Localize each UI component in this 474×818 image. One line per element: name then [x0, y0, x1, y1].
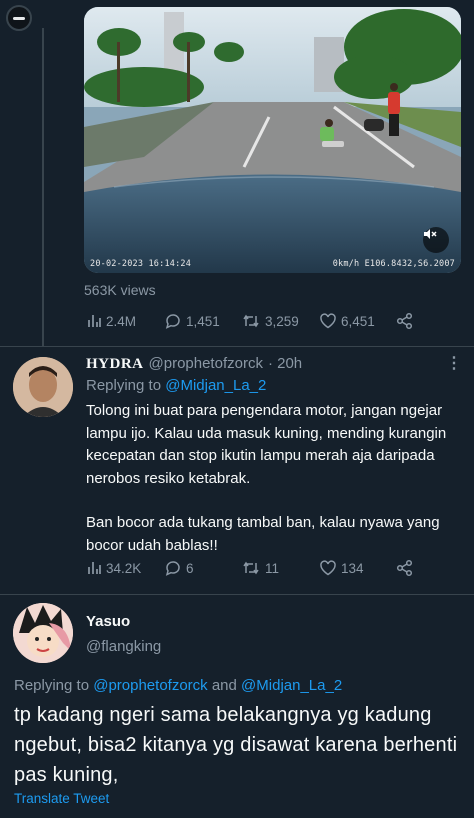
reply-button[interactable]: 6	[164, 558, 194, 578]
replying-and: and	[211, 677, 237, 694]
retweet-button[interactable]: 11	[241, 558, 279, 578]
top-avatar[interactable]	[6, 5, 32, 31]
hydra-name[interactable]: HYDRA	[86, 356, 144, 373]
yasuo-tweet-text: tp kadang ngeri sama belakangnya yg kadu…	[14, 704, 458, 786]
reply-count: 1,451	[186, 313, 220, 329]
yasuo-replying-to: Replying to @prophetofzorck and @Midjan_…	[14, 677, 342, 694]
main-tweet-actions: 2.4M 1,451 3,259 6,451	[86, 311, 426, 331]
divider	[0, 346, 474, 347]
yasuo-avatar-image	[13, 603, 73, 663]
retweet-icon	[243, 314, 259, 328]
hydra-tweet-text: Tolong ini buat para pengendara motor, j…	[86, 400, 456, 557]
analytics-icon	[88, 315, 101, 327]
hydra-replying-to: Replying to @Midjan_La_2	[86, 377, 266, 394]
hydra-text-p1: Tolong ini buat para pengendara motor, j…	[86, 402, 447, 487]
yasuo-handle[interactable]: @flangking	[86, 638, 161, 655]
heart-icon	[320, 313, 336, 329]
speaker-muted-icon	[424, 229, 437, 239]
hydra-avatar-image	[13, 357, 73, 417]
yasuo-name[interactable]: Yasuo	[86, 613, 130, 630]
mention-link[interactable]: @prophetofzorck	[93, 677, 207, 694]
reply-button[interactable]: 1,451	[164, 311, 220, 331]
replying-prefix: Replying to	[14, 677, 90, 694]
analytics-icon	[88, 562, 101, 574]
video-frame	[84, 7, 461, 273]
mention-link[interactable]: @Midjan_La_2	[241, 677, 342, 694]
hydra-handle[interactable]: @prophetofzorck	[149, 355, 263, 372]
share-button[interactable]	[396, 311, 414, 331]
retweet-icon	[243, 561, 259, 575]
like-button[interactable]: 6,451	[319, 311, 375, 331]
replying-prefix: Replying to	[86, 377, 162, 394]
hydra-time[interactable]: · 20h	[268, 355, 302, 372]
divider	[0, 594, 474, 595]
mention-link[interactable]: @Midjan_La_2	[165, 377, 266, 394]
hydra-avatar[interactable]	[13, 357, 73, 417]
video-player[interactable]: 20-02-2023 16:14:24 0km/h E106.8432,S6.2…	[84, 7, 461, 273]
analytics-count: 34.2K	[106, 560, 142, 576]
retweet-count: 3,259	[265, 313, 299, 329]
view-count: 563K views	[84, 282, 156, 298]
hydra-tweet-actions: 34.2K 6 11 134	[86, 558, 426, 578]
hydra-text-p2: Ban bocor ada tukang tambal ban, kalau n…	[86, 514, 440, 554]
share-icon	[396, 559, 413, 577]
like-count: 6,451	[341, 313, 375, 329]
reply-icon	[165, 561, 180, 576]
analytics-button[interactable]: 34.2K	[86, 558, 141, 578]
share-button[interactable]	[396, 558, 414, 578]
like-count: 134	[341, 560, 364, 576]
hydra-name-row: HYDRA @prophetofzorck · 20h	[86, 355, 302, 373]
video-timestamp: 20-02-2023 16:14:24	[90, 259, 192, 269]
retweet-button[interactable]: 3,259	[241, 311, 299, 331]
like-button[interactable]: 134	[319, 558, 364, 578]
analytics-count: 2.4M	[106, 313, 137, 329]
retweet-count: 11	[265, 560, 280, 576]
more-icon[interactable]: ⋮	[446, 353, 462, 373]
video-gps: 0km/h E106.8432,S6.2007	[332, 259, 455, 269]
thread-line	[42, 28, 44, 346]
minus-icon	[13, 16, 25, 20]
yasuo-avatar[interactable]	[13, 603, 73, 663]
mute-button[interactable]	[423, 227, 449, 253]
heart-icon	[320, 560, 336, 576]
reply-count: 6	[186, 560, 194, 576]
share-icon	[396, 312, 413, 330]
translate-tweet-link[interactable]: Translate Tweet	[14, 791, 109, 806]
reply-icon	[165, 314, 180, 329]
analytics-button[interactable]: 2.4M	[86, 311, 136, 331]
